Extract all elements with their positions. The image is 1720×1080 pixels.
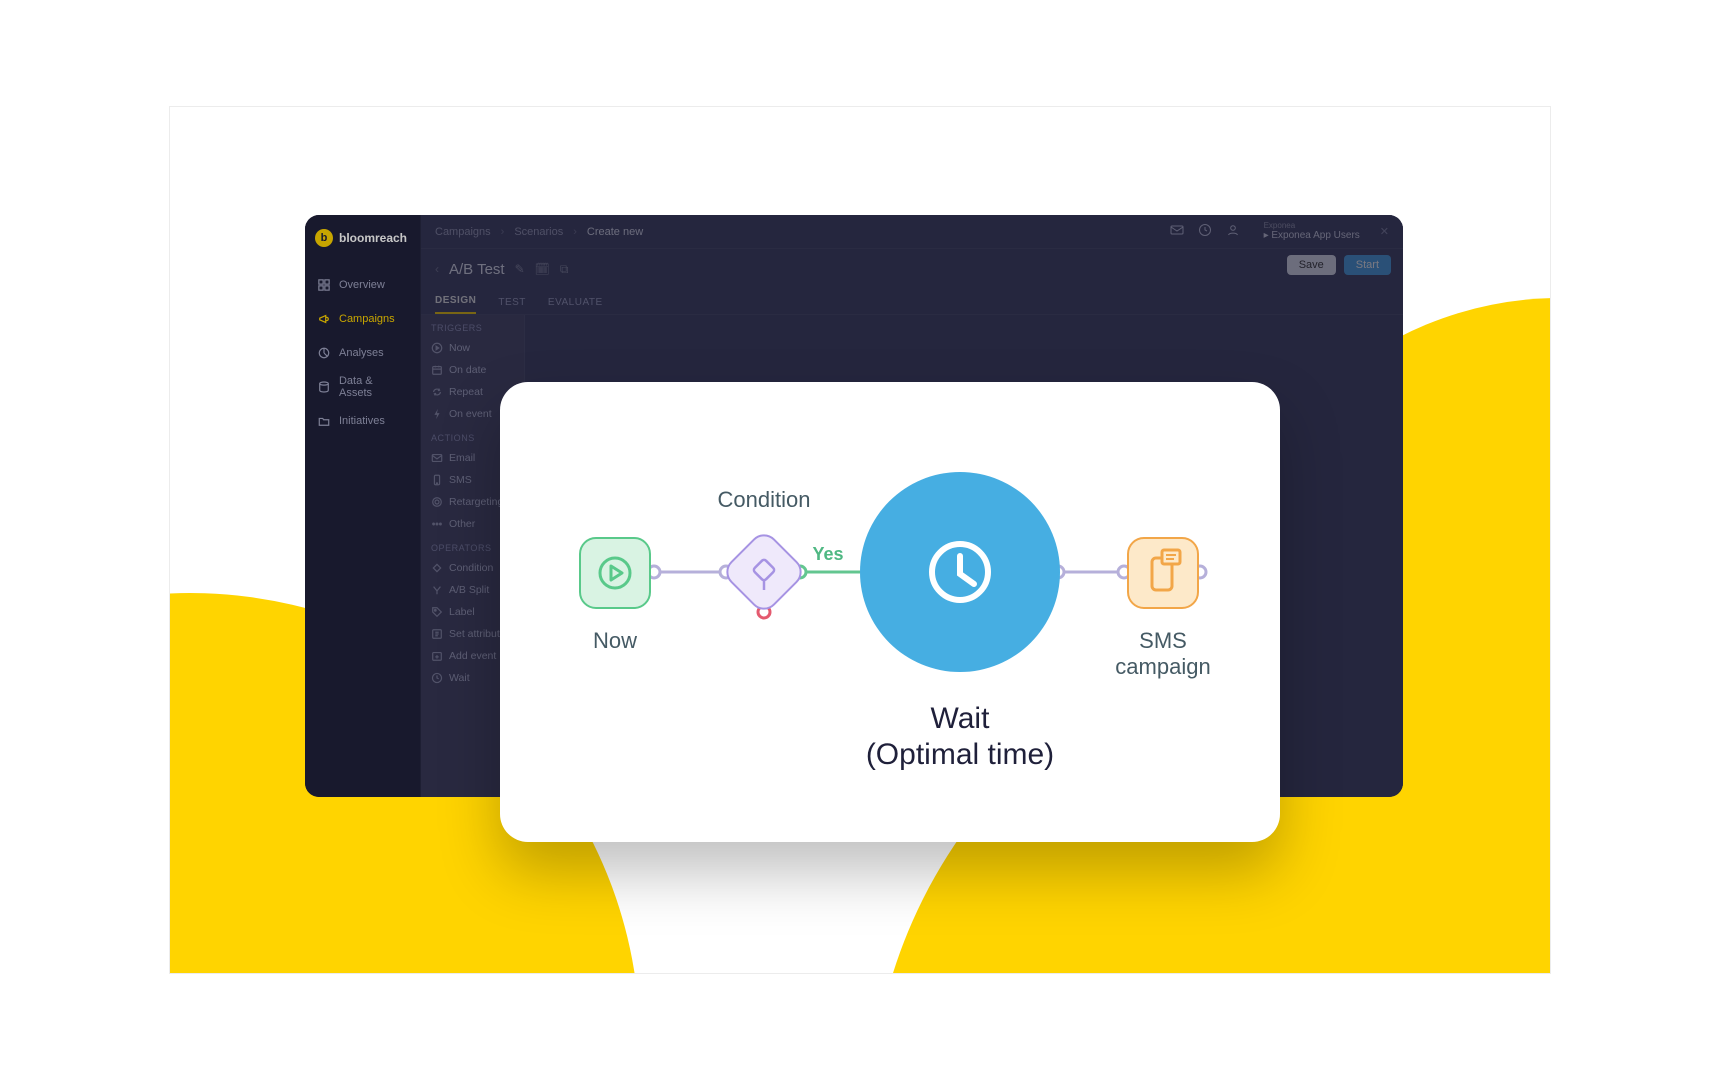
sidebar-item-analyses[interactable]: Analyses [311, 337, 414, 369]
folder-icon [317, 414, 331, 428]
sidebar-item-label: Initiatives [339, 415, 385, 427]
pie-icon [317, 346, 331, 360]
sidebar-item-label: Analyses [339, 347, 384, 359]
sidebar-item-campaigns[interactable]: Campaigns [311, 303, 414, 335]
sidebar-item-data-assets[interactable]: Data & Assets [311, 371, 414, 403]
flow-node-sms[interactable] [1128, 538, 1198, 608]
flow-node-now[interactable] [580, 538, 650, 608]
brand: b bloomreach [305, 229, 420, 269]
sidebar-item-label: Campaigns [339, 313, 395, 325]
sidebar-item-label: Overview [339, 279, 385, 291]
flow-node-wait-label-1: Wait [931, 702, 991, 735]
database-icon [317, 380, 331, 394]
flow-node-sms-label-2: campaign [1115, 654, 1210, 679]
flow-node-wait-label-2: (Optimal time) [866, 738, 1054, 771]
sidebar-item-overview[interactable]: Overview [311, 269, 414, 301]
flow-node-condition-label: Condition [718, 487, 811, 512]
grid-icon [317, 278, 331, 292]
marketing-frame: b bloomreach Overview Campaigns Analyses Da… [169, 106, 1551, 974]
flow-node-condition[interactable] [722, 530, 807, 615]
sidebar-item-initiatives[interactable]: Initiatives [311, 405, 414, 437]
brand-name: bloomreach [339, 231, 407, 245]
sidebar-item-label: Data & Assets [339, 375, 408, 399]
flow-node-wait[interactable] [860, 472, 1060, 672]
primary-nav: Overview Campaigns Analyses Data & Assets In… [305, 269, 420, 439]
brand-logo-icon: b [315, 229, 333, 247]
flow-node-now-label: Now [593, 628, 637, 653]
megaphone-icon [317, 312, 331, 326]
flow-edge-yes-label: Yes [812, 544, 843, 564]
flow-diagram: Now Condition Yes Wait (Optimal ti [530, 412, 1250, 812]
app-sidebar: b bloomreach Overview Campaigns Analyses Da… [305, 215, 421, 797]
flow-card: Now Condition Yes Wait (Optimal ti [500, 382, 1280, 842]
flow-node-sms-label-1: SMS [1139, 628, 1187, 653]
